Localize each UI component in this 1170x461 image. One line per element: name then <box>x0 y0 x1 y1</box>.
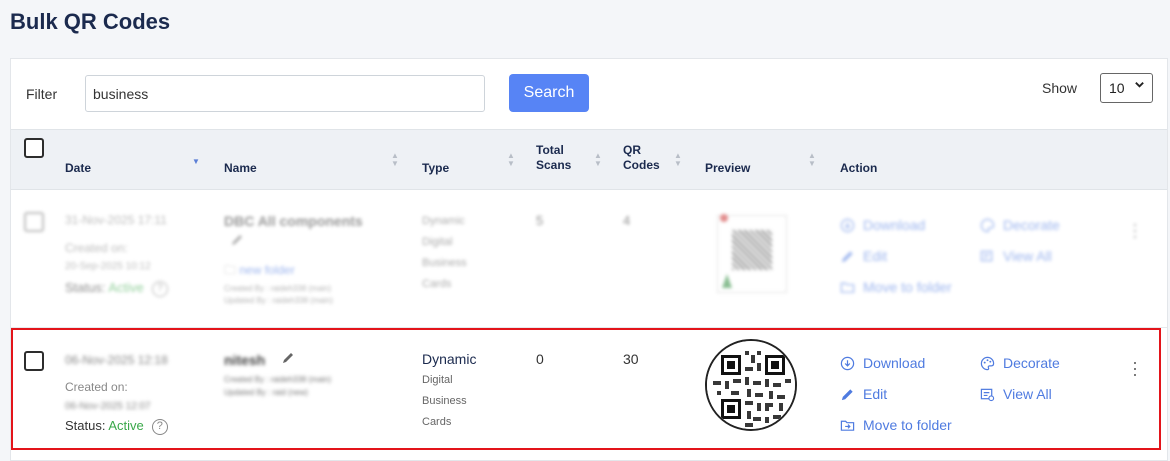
edit-button[interactable]: Edit <box>840 248 887 264</box>
page-size-value: 10 <box>1109 80 1125 96</box>
created-on-label: Created on: <box>65 241 128 255</box>
sort-icon[interactable]: ▲ ▼ <box>674 152 682 168</box>
status: Status: Active? <box>65 280 168 297</box>
sort-icon[interactable]: ▲ ▼ <box>391 152 399 168</box>
header-action: Action <box>840 161 878 175</box>
total-scans: 5 <box>536 213 544 228</box>
more-options-icon[interactable]: · · · <box>1132 215 1138 245</box>
row-checkbox[interactable] <box>24 212 44 232</box>
sort-desc-icon[interactable]: ▼ <box>192 158 200 166</box>
bulk-qr-table-card: Filter Search Show 10 Date ▼ Name ▲▼ Typ… <box>10 58 1168 461</box>
sort-icon[interactable]: ▲ ▼ <box>507 152 515 168</box>
chevron-down-icon <box>1134 79 1145 93</box>
select-all-checkbox[interactable] <box>24 138 44 158</box>
updated-by: Updated By : raideh338 (main) <box>224 296 333 305</box>
filter-label: Filter <box>26 86 58 102</box>
sort-icon[interactable]: ▲ ▼ <box>808 152 816 168</box>
header-name[interactable]: Name <box>224 161 257 176</box>
page-size-select[interactable]: 10 <box>1100 73 1153 103</box>
download-button[interactable]: Download <box>840 217 925 233</box>
decorate-button[interactable]: Decorate <box>980 217 1060 233</box>
page-title: Bulk QR Codes <box>10 9 171 34</box>
header-total-scans[interactable]: Total Scans <box>536 143 571 173</box>
help-icon: ? <box>151 280 168 297</box>
header-preview[interactable]: Preview <box>705 161 750 176</box>
header-date[interactable]: Date <box>65 161 91 176</box>
view-all-button[interactable]: View All <box>980 248 1052 264</box>
highlighted-row-outline <box>11 328 1161 450</box>
row-name[interactable]: DBC All components <box>224 213 363 229</box>
row-type: Dynamic Digital Business Cards <box>422 215 467 290</box>
move-to-folder-button[interactable]: Move to folder <box>840 279 952 295</box>
created-on-value: 20-Sep-2025 10:12 <box>65 261 151 272</box>
qr-codes-count: 4 <box>623 213 631 228</box>
created-by: Created By : raideh338 (main) <box>224 284 332 293</box>
table-row: 31-Nov-2025 17:11 Created on: 20-Sep-202… <box>11 191 1167 327</box>
search-button[interactable]: Search <box>509 74 589 112</box>
header-qr-codes[interactable]: QR Codes <box>623 143 660 173</box>
show-label: Show <box>1042 80 1078 96</box>
table-header: Date ▼ Name ▲ ▼ Type ▲ ▼ Total Scans ▲ ▼ QR C… <box>11 129 1167 190</box>
filter-input[interactable] <box>85 75 485 112</box>
row-date: 31-Nov-2025 17:11 <box>65 213 167 227</box>
folder-link[interactable]: 🗀 new folder <box>224 261 295 282</box>
header-type[interactable]: Type <box>422 161 449 176</box>
qr-preview-image[interactable] <box>717 214 787 293</box>
sort-icon[interactable]: ▲ ▼ <box>594 152 602 168</box>
pencil-icon[interactable] <box>230 233 244 250</box>
